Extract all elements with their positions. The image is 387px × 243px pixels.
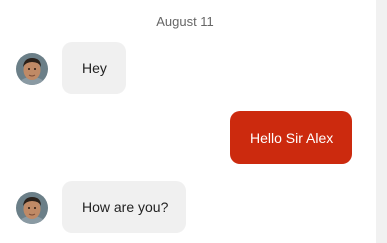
message-text: How are you? [82,199,169,215]
avatar-photo-icon [16,192,48,224]
message-bubble-incoming[interactable]: Hey [62,42,126,94]
contact-avatar[interactable] [16,53,48,85]
date-separator: August 11 [156,14,214,29]
message-text: Hello Sir Alex [250,130,334,146]
message-bubble-incoming[interactable]: How are you? [62,181,186,233]
scrollbar-track[interactable] [376,0,387,243]
message-text: Hey [82,60,107,76]
avatar-photo-icon [16,53,48,85]
chat-thread: August 11 Hey Hello Sir Alex How are you… [0,0,376,243]
message-bubble-outgoing[interactable]: Hello Sir Alex [230,111,352,164]
contact-avatar[interactable] [16,192,48,224]
